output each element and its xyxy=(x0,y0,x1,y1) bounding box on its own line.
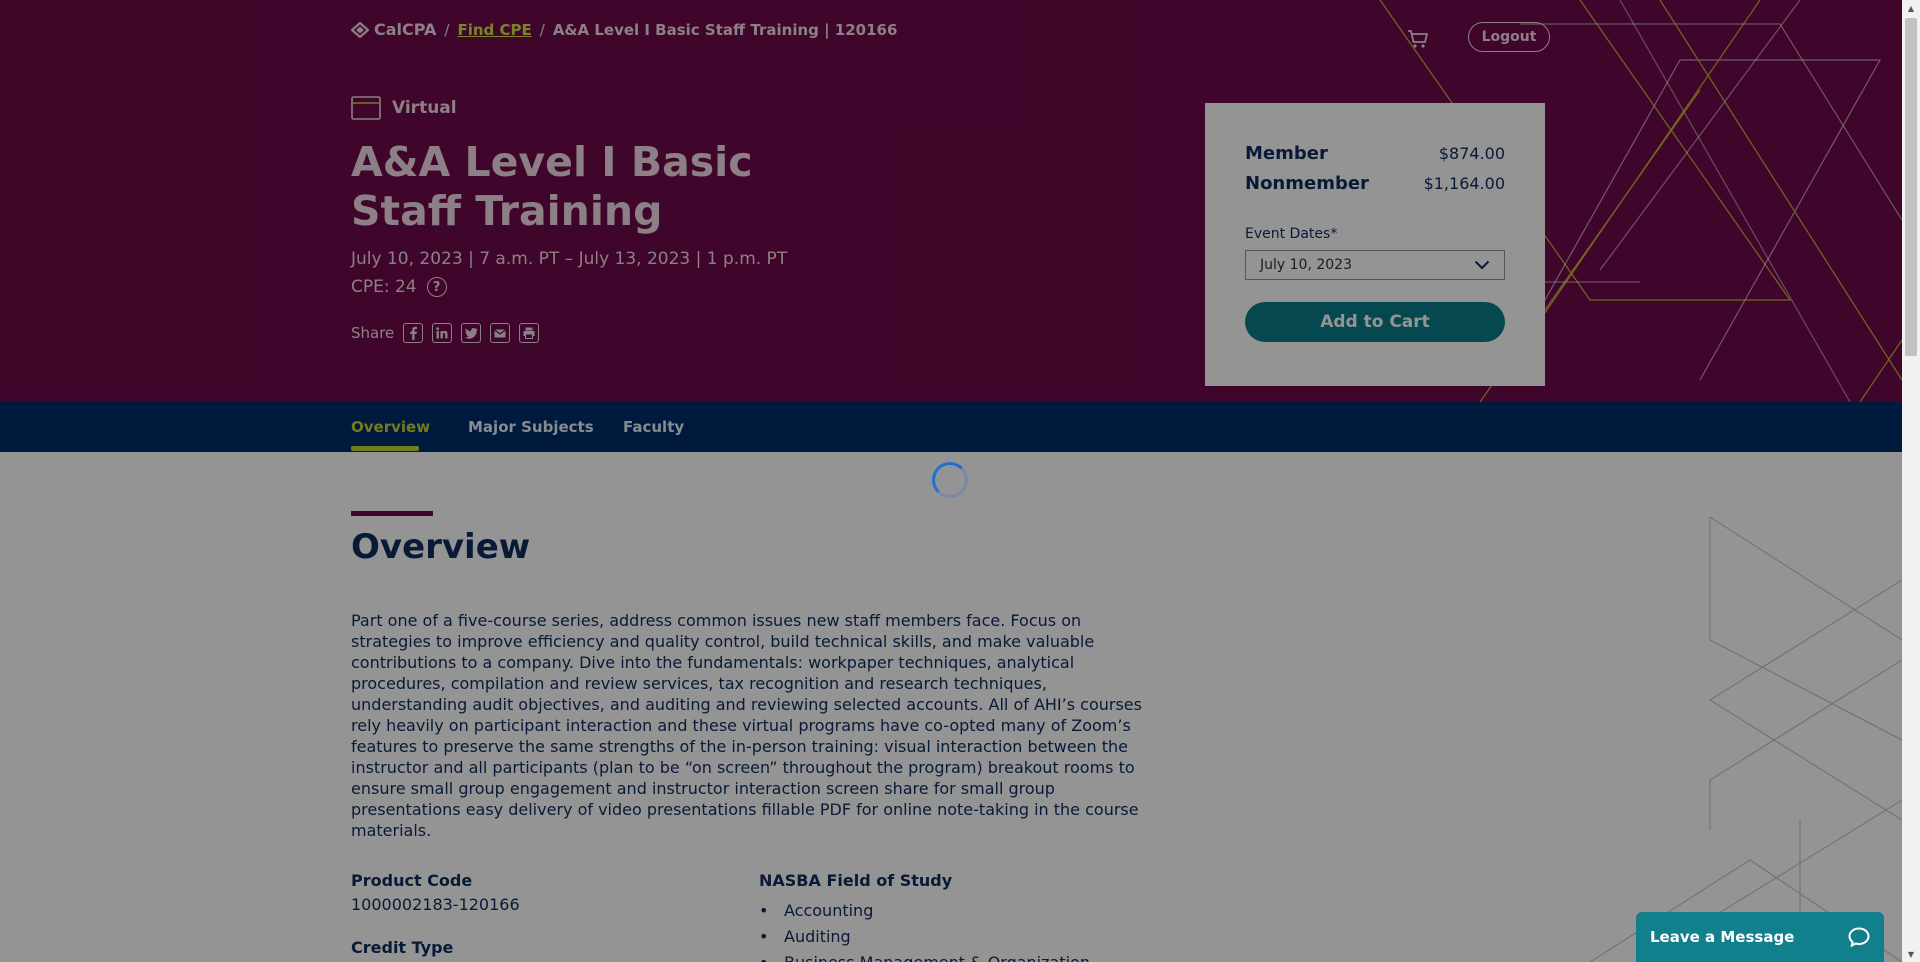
chat-bubble-icon xyxy=(1848,927,1870,947)
scroll-down-arrow-icon[interactable]: ▼ xyxy=(1902,946,1920,962)
page: CalCPA / Find CPE / A&A Level I Basic St… xyxy=(0,0,1902,962)
scrollbar-thumb[interactable] xyxy=(1905,18,1917,356)
chat-widget[interactable]: Leave a Message xyxy=(1636,912,1884,962)
loading-spinner-icon xyxy=(932,462,968,498)
scroll-up-arrow-icon[interactable]: ▲ xyxy=(1902,0,1920,16)
page-scrollbar[interactable]: ▲ ▼ xyxy=(1902,0,1920,962)
chat-label: Leave a Message xyxy=(1650,928,1795,946)
